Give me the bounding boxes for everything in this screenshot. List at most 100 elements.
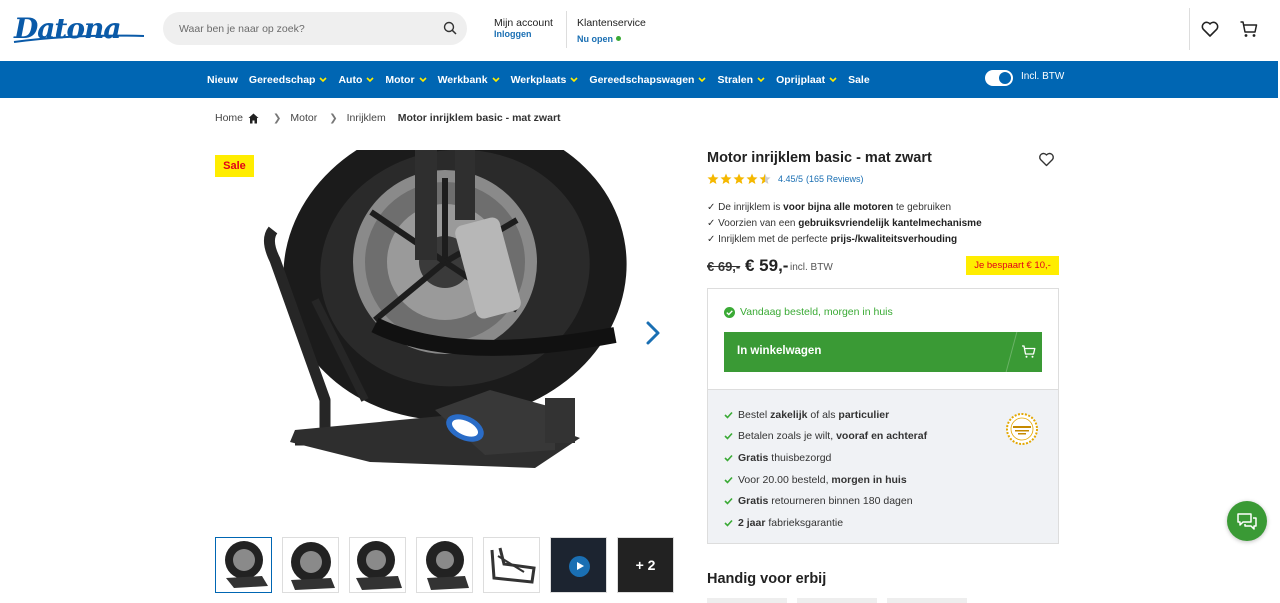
- accessory-tab[interactable]: [707, 598, 787, 603]
- datona-logo[interactable]: Datona: [12, 12, 148, 46]
- savings-badge: Je bespaart € 10,-: [966, 256, 1059, 275]
- vat-toggle[interactable]: [985, 70, 1013, 86]
- cart-icon[interactable]: [1239, 19, 1259, 39]
- nav-item-nieuw[interactable]: Nieuw: [207, 74, 238, 86]
- old-price: € 69,-: [707, 259, 741, 274]
- product-usps: ✓ De inrijklem is voor bijna alle motore…: [707, 200, 982, 248]
- accessory-tab[interactable]: [887, 598, 967, 603]
- site-header: Datona Mijn account Inloggen Klantenserv…: [0, 0, 1280, 61]
- divider: [1005, 332, 1018, 372]
- product-title: Motor inrijklem basic - mat zwart: [707, 150, 932, 166]
- nav-item-stralen[interactable]: Stralen: [717, 74, 765, 86]
- breadcrumb-motor[interactable]: Motor: [290, 112, 317, 124]
- accessory-tabs: [707, 598, 977, 603]
- star-icon: [720, 173, 732, 184]
- nav-item-werkplaats[interactable]: Werkplaats: [511, 74, 579, 86]
- checkmark-icon: [724, 476, 733, 484]
- product-main-image[interactable]: [255, 150, 645, 510]
- nav-item-auto[interactable]: Auto: [338, 74, 374, 86]
- benefit-item: Gratis retourneren binnen 180 dagen: [724, 490, 927, 512]
- divider: [1189, 8, 1190, 50]
- nav-item-gereedschapswagen[interactable]: Gereedschapswagen: [589, 73, 707, 86]
- add-to-cart-button[interactable]: In winkelwagen: [724, 332, 1042, 372]
- home-icon: [248, 113, 259, 123]
- chevron-down-icon: [829, 77, 837, 82]
- nav-item-label: Gereedschap: [248, 73, 316, 86]
- chevron-down-icon: [757, 77, 765, 82]
- nav-item-label: Sale: [848, 73, 870, 86]
- check-circle-icon: [724, 306, 735, 318]
- nav-item-werkbank[interactable]: Werkbank: [438, 74, 500, 86]
- breadcrumb-separator: ❯: [273, 112, 282, 124]
- nav-item-label: Werkbank: [437, 73, 488, 86]
- chevron-down-icon: [366, 77, 374, 82]
- checkmark-icon: [724, 454, 733, 462]
- checkmark-icon: [724, 433, 733, 441]
- accessories-section-title: Handig voor erbij: [707, 571, 827, 587]
- breadcrumb-home[interactable]: Home: [215, 112, 243, 124]
- checkmark-icon: [724, 411, 733, 419]
- login-link[interactable]: Inloggen: [494, 29, 553, 40]
- service-title: Klantenservice: [577, 17, 646, 29]
- reviews-link[interactable]: (165 Reviews): [806, 174, 864, 184]
- nav-item-motor[interactable]: Motor: [385, 73, 427, 86]
- customer-service-link[interactable]: Klantenservice Nu open: [577, 17, 646, 47]
- nav-item-label: Oprijplaat: [776, 73, 826, 86]
- thumbnail-more[interactable]: + 2: [617, 537, 674, 593]
- accessory-tab[interactable]: [797, 598, 877, 603]
- thumbnail-strip: + 2: [215, 537, 684, 593]
- cart-icon: [1022, 345, 1036, 358]
- chevron-down-icon: [570, 77, 578, 82]
- current-price: € 59,-: [745, 256, 789, 275]
- half-star-icon: [759, 173, 771, 184]
- thumbnail-2[interactable]: [282, 537, 339, 593]
- thumbnail-4[interactable]: [416, 537, 473, 593]
- benefit-item: Voor 20.00 besteld, morgen in huis: [724, 469, 927, 491]
- chevron-down-icon: [491, 77, 500, 82]
- nav-item-oprijplaat[interactable]: Oprijplaat: [776, 74, 837, 86]
- star-icon: [746, 173, 758, 184]
- nav-item-label: Werkplaats: [510, 73, 567, 86]
- nav-item-label: Gereedschapswagen: [589, 73, 695, 86]
- thumbnail-video[interactable]: [550, 537, 607, 593]
- breadcrumb-separator: ❯: [329, 112, 338, 124]
- benefit-item: Gratis thuisbezorgd: [724, 447, 927, 469]
- thumbnail-1[interactable]: [215, 537, 272, 593]
- product-wishlist-heart-icon[interactable]: [1038, 151, 1055, 167]
- chevron-down-icon: [319, 77, 328, 82]
- product-rating[interactable]: 4.45/5 (165 Reviews): [707, 173, 864, 185]
- award-badge-icon: [1006, 413, 1038, 445]
- breadcrumb-inrijklem[interactable]: Inrijklem: [347, 112, 386, 124]
- add-to-cart-label: In winkelwagen: [737, 345, 822, 357]
- main-navigation: Nieuw Gereedschap Auto Motor Werkbank Werkpla…: [0, 61, 1278, 98]
- usp-item: ✓ Inrijklem met de perfecte prijs-/kwali…: [707, 234, 958, 245]
- play-icon: [569, 556, 590, 577]
- star-icon: [733, 173, 745, 184]
- search-icon[interactable]: [443, 21, 457, 35]
- buy-box: Vandaag besteld, morgen in huis In winke…: [707, 288, 1059, 544]
- rating-stars: [707, 173, 772, 185]
- service-status: Nu open: [577, 34, 613, 44]
- rating-score: 4.45/5: [778, 174, 804, 184]
- search-bar: [163, 12, 467, 45]
- search-input[interactable]: [179, 12, 429, 45]
- sale-badge: Sale: [215, 155, 254, 177]
- chat-button[interactable]: [1227, 501, 1267, 541]
- thumbnail-5[interactable]: [483, 537, 540, 593]
- nav-item-label: Motor: [385, 73, 415, 86]
- delivery-text: Vandaag besteld, morgen in huis: [740, 306, 893, 318]
- nav-item-label: Auto: [338, 73, 363, 86]
- breadcrumb-current: Motor inrijklem basic - mat zwart: [397, 112, 561, 124]
- thumbnail-3[interactable]: [349, 537, 406, 593]
- nav-item-label: Stralen: [717, 73, 754, 86]
- benefit-item: Bestel zakelijk of als particulier: [724, 404, 927, 426]
- nav-item-sale[interactable]: Sale: [848, 74, 870, 86]
- account-link[interactable]: Mijn account Inloggen: [494, 17, 553, 40]
- breadcrumb: Home ❯ Motor ❯ Inrijklem Motor inrijklem…: [215, 112, 561, 124]
- online-dot-icon: [616, 36, 621, 41]
- nav-item-gereedschap[interactable]: Gereedschap: [249, 74, 328, 86]
- wishlist-heart-icon[interactable]: [1200, 19, 1220, 39]
- buy-box-top: Vandaag besteld, morgen in huis In winke…: [708, 289, 1058, 389]
- next-image-arrow-icon[interactable]: [645, 320, 661, 346]
- nav-item-label: Nieuw: [207, 73, 238, 86]
